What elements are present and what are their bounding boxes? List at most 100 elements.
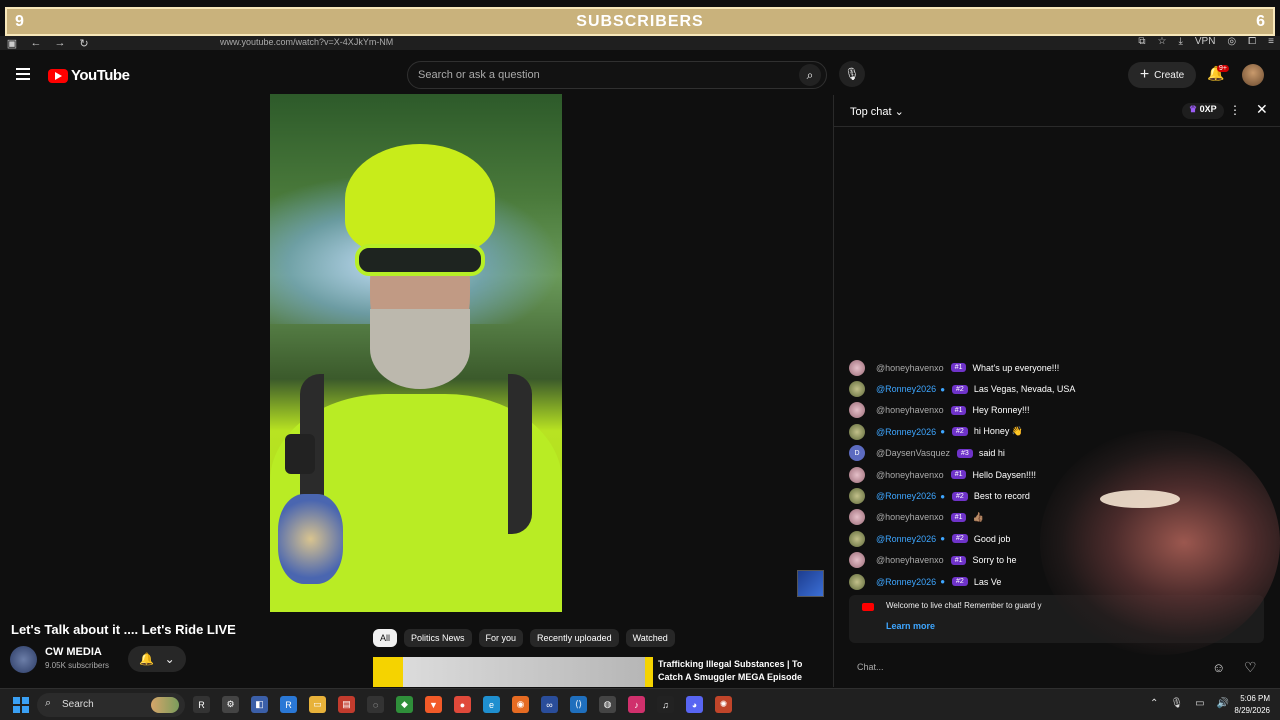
download-icon[interactable]: ⤓ xyxy=(1178,36,1182,47)
app-icon-13[interactable]: ∞ xyxy=(541,696,558,713)
chat-username[interactable]: @DaysenVasquez xyxy=(876,448,950,458)
video-sunglasses xyxy=(355,244,485,276)
channel-avatar[interactable] xyxy=(10,646,37,673)
search-box[interactable]: Search or ask a question ⌕ xyxy=(407,61,827,89)
related-video-title[interactable]: Trafficking Illegal Substances | To Catc… xyxy=(658,658,808,684)
extensions-icon[interactable]: ⧠ xyxy=(1248,36,1256,47)
vscode-icon[interactable]: ⟨⟩ xyxy=(570,696,587,713)
chip-all[interactable]: All xyxy=(373,629,398,647)
chat-username[interactable]: @Ronney2026 xyxy=(876,427,936,437)
chat-avatar[interactable]: D xyxy=(849,445,865,462)
chip-recently-uploaded[interactable]: Recently uploaded xyxy=(530,629,619,647)
chat-username[interactable]: @Ronney2026 xyxy=(876,577,936,587)
wallet-icon[interactable]: ◎ xyxy=(1227,36,1236,47)
forward-icon[interactable]: → xyxy=(48,37,72,49)
top-chat-dropdown[interactable]: Top chat ⌄ xyxy=(850,105,904,118)
emoji-icon[interactable]: ☺ xyxy=(1212,660,1225,675)
search-input[interactable]: Search or ask a question xyxy=(418,69,540,81)
thumbnail-yellow-edge xyxy=(645,657,653,687)
subscription-button[interactable]: 🔔 ⌄ xyxy=(128,646,186,672)
chat-avatar[interactable] xyxy=(849,381,865,398)
app-icon-2[interactable]: ⚙ xyxy=(222,696,239,713)
youtube-play-icon xyxy=(48,68,68,83)
taskbar-search[interactable]: ⌕ Search xyxy=(37,693,185,717)
file-explorer-icon[interactable]: ▭ xyxy=(309,696,326,713)
app-icon-7[interactable]: ◌ xyxy=(367,696,384,713)
chat-avatar[interactable] xyxy=(849,552,865,569)
more-options-icon[interactable]: ⋮ xyxy=(1229,103,1241,117)
screenshot-icon[interactable]: ⧉ xyxy=(1138,36,1145,47)
map-app-icon[interactable]: ◆ xyxy=(396,696,413,713)
chat-username[interactable]: @Ronney2026 xyxy=(876,491,936,501)
firefox-icon[interactable]: ◉ xyxy=(512,696,529,713)
chat-avatar[interactable] xyxy=(849,488,865,505)
chat-input[interactable]: Chat... xyxy=(849,657,1219,679)
app-icon-19[interactable]: ✺ xyxy=(715,696,732,713)
system-clock[interactable]: 5:06 PM 8/29/2026 xyxy=(1225,693,1270,717)
chat-avatar[interactable] xyxy=(849,509,865,526)
chat-avatar[interactable] xyxy=(849,530,865,547)
chat-header: Top chat ⌄ ♛ 0XP ⋮ ✕ xyxy=(834,95,1280,127)
chat-username[interactable]: @Ronney2026 xyxy=(876,384,936,394)
search-icon[interactable]: ⌕ xyxy=(799,64,821,86)
chat-username[interactable]: @Ronney2026 xyxy=(876,534,936,544)
chevron-down-icon: ⌄ xyxy=(164,652,175,666)
verified-shield-icon: ● xyxy=(940,534,946,544)
address-bar[interactable]: www.youtube.com/watch?v=X-4XJkYm-NM xyxy=(220,37,393,47)
edge-icon[interactable]: e xyxy=(483,696,500,713)
video-patch xyxy=(278,494,343,584)
news-app-icon[interactable]: ▤ xyxy=(338,696,355,713)
app-icon-15[interactable]: ◍ xyxy=(599,696,616,713)
reload-icon[interactable]: ↻ xyxy=(72,37,96,50)
chat-rank-badge: #2 xyxy=(952,384,968,394)
xp-badge[interactable]: ♛ 0XP xyxy=(1182,103,1224,119)
channel-name[interactable]: CW MEDIA xyxy=(45,646,102,658)
chat-avatar[interactable] xyxy=(849,359,865,376)
hamburger-menu-icon[interactable] xyxy=(16,68,30,83)
microphone-icon[interactable]: 🎙 xyxy=(839,61,865,87)
chat-avatar[interactable] xyxy=(849,402,865,419)
chat-avatar[interactable] xyxy=(849,423,865,440)
chat-avatar[interactable] xyxy=(849,466,865,483)
tiktok-icon[interactable]: ♫ xyxy=(657,696,674,713)
chat-message-text: Hello Daysen!!!! xyxy=(972,469,1037,480)
account-avatar[interactable] xyxy=(1242,64,1264,86)
app-icon-3[interactable]: ◧ xyxy=(251,696,268,713)
chat-username[interactable]: @honeyhavenxo xyxy=(876,470,944,480)
back-icon[interactable]: ← xyxy=(24,37,48,49)
heart-icon[interactable]: ♡ xyxy=(1244,659,1257,676)
chip-watched[interactable]: Watched xyxy=(625,629,675,647)
create-button[interactable]: + Create xyxy=(1128,62,1196,88)
sidebar-toggle-icon[interactable]: ▣ xyxy=(0,37,24,50)
video-player[interactable] xyxy=(270,94,562,612)
clock-date: 8/29/2026 xyxy=(1234,706,1270,715)
xp-label: 0XP xyxy=(1199,104,1217,114)
chrome-icon[interactable]: ● xyxy=(454,696,471,713)
learn-more-link[interactable]: Learn more xyxy=(886,621,935,631)
related-video-thumbnail[interactable] xyxy=(373,657,653,687)
webcam-overlay xyxy=(1040,430,1280,655)
chevron-up-icon[interactable]: ⌃ xyxy=(1150,698,1158,709)
verified-shield-icon: ● xyxy=(940,427,946,437)
youtube-logo[interactable]: YouTube xyxy=(48,67,130,84)
app-icon-1[interactable]: R xyxy=(193,696,210,713)
chat-username[interactable]: @honeyhavenxo xyxy=(876,512,944,522)
chip-for-you[interactable]: For you xyxy=(478,629,524,647)
bookmark-icon[interactable]: ☆ xyxy=(1157,36,1166,47)
chat-avatar[interactable] xyxy=(849,573,865,590)
app-icon-4[interactable]: R xyxy=(280,696,297,713)
chat-username[interactable]: @honeyhavenxo xyxy=(876,363,944,373)
network-icon[interactable]: ▭ xyxy=(1195,698,1204,709)
close-icon[interactable]: ✕ xyxy=(1256,101,1268,118)
microphone-tray-icon[interactable]: 🎙 xyxy=(1170,698,1183,709)
menu-icon[interactable]: ≡ xyxy=(1268,36,1274,47)
chat-username[interactable]: @honeyhavenxo xyxy=(876,555,944,565)
verified-shield-icon: ● xyxy=(940,577,946,587)
app-icon-16[interactable]: ♪ xyxy=(628,696,645,713)
brave-browser-icon[interactable]: ▼ xyxy=(425,696,442,713)
chip-politics-news[interactable]: Politics News xyxy=(404,629,472,647)
windows-start-icon[interactable] xyxy=(13,697,29,713)
discord-icon[interactable]: ◕ xyxy=(686,696,703,713)
vpn-button[interactable]: VPN xyxy=(1195,36,1216,47)
chat-username[interactable]: @honeyhavenxo xyxy=(876,405,944,415)
